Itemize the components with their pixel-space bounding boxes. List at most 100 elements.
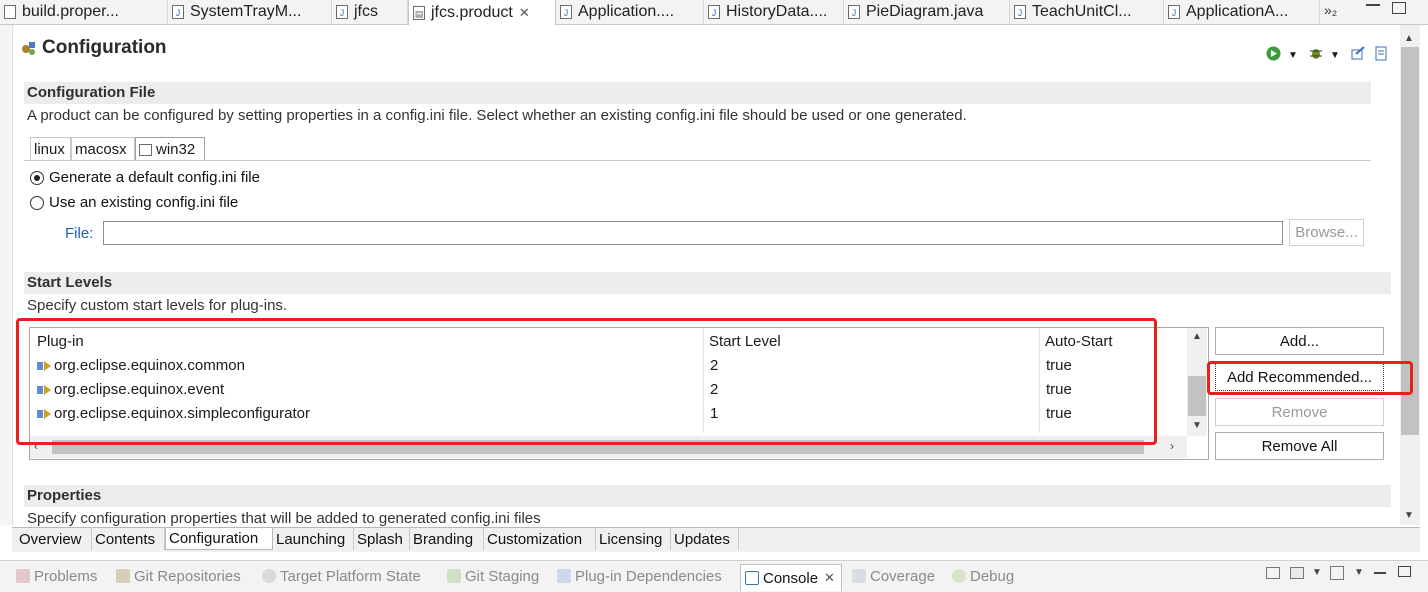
plugin-icon <box>36 359 52 373</box>
page-tab-configuration[interactable]: Configuration <box>165 528 273 550</box>
scroll-right-icon[interactable]: › <box>1170 439 1174 453</box>
view-tab-debug[interactable]: Debug <box>952 564 1014 588</box>
view-tab-git-staging[interactable]: Git Staging <box>447 564 539 588</box>
file-path-input[interactable] <box>103 221 1283 245</box>
plugin-deps-icon <box>557 569 571 583</box>
scrollbar-thumb[interactable] <box>52 440 1144 454</box>
page-tab-launching[interactable]: Launching <box>273 528 354 550</box>
auto-start-value: true <box>1046 357 1072 374</box>
start-levels-description: Specify custom start levels for plug-ins… <box>27 297 288 314</box>
minimize-icon[interactable] <box>1366 4 1380 6</box>
tab-overflow-button[interactable]: »₂ <box>1324 2 1337 18</box>
maximize-icon[interactable] <box>1398 566 1411 577</box>
view-tab-label: Git Repositories <box>134 567 241 585</box>
remove-button[interactable]: Remove <box>1215 398 1384 426</box>
os-tab-label: linux <box>34 141 65 158</box>
config-file-title: Configuration File <box>27 84 156 101</box>
column-header-auto-start[interactable]: Auto-Start <box>1045 333 1113 350</box>
close-icon[interactable]: ✕ <box>519 5 530 21</box>
table-row[interactable]: org.eclipse.equinox.simpleconfigurator 1… <box>34 404 1184 426</box>
product-file-icon: ▤ <box>413 5 425 20</box>
add-button[interactable]: Add... <box>1215 327 1384 355</box>
help-icon[interactable] <box>1373 45 1389 61</box>
git-repo-icon <box>116 569 130 583</box>
properties-title: Properties <box>27 487 102 504</box>
editor-tab-historydata[interactable]: J HistoryData.... <box>704 0 844 24</box>
run-dropdown-icon[interactable]: ▼ <box>1288 50 1298 61</box>
pin-console-icon[interactable] <box>1330 566 1344 580</box>
editor-vertical-scrollbar[interactable]: ▲ ▼ <box>1400 25 1420 525</box>
debug-dropdown-icon[interactable]: ▼ <box>1330 50 1340 61</box>
open-console-icon[interactable] <box>1266 567 1280 579</box>
scroll-up-icon[interactable]: ▲ <box>1404 33 1414 44</box>
page-tab-branding[interactable]: Branding <box>410 528 484 550</box>
debug-icon <box>952 569 966 583</box>
scroll-up-icon[interactable]: ▲ <box>1192 331 1202 342</box>
page-tab-updates[interactable]: Updates <box>671 528 739 550</box>
maximize-icon[interactable] <box>1392 2 1406 14</box>
remove-all-button[interactable]: Remove All <box>1215 432 1384 460</box>
export-icon[interactable] <box>1350 45 1366 61</box>
table-row[interactable]: org.eclipse.equinox.event 2 true <box>34 380 1184 402</box>
existing-config-radio[interactable] <box>30 196 44 210</box>
target-icon <box>262 569 276 583</box>
os-tab-macosx[interactable]: macosx <box>71 137 135 161</box>
console-dropdown-icon[interactable]: ▼ <box>1312 567 1322 578</box>
view-tab-plugin-dependencies[interactable]: Plug-in Dependencies <box>557 564 722 588</box>
minimize-icon[interactable] <box>1374 572 1386 574</box>
scroll-left-icon[interactable]: ‹ <box>34 439 38 453</box>
close-icon[interactable]: ✕ <box>824 570 835 586</box>
page-tab-licensing[interactable]: Licensing <box>596 528 671 550</box>
view-tab-coverage[interactable]: Coverage <box>852 564 935 588</box>
editor-tab-build-properties[interactable]: build.proper... <box>0 0 168 24</box>
scroll-down-icon[interactable]: ▼ <box>1192 420 1202 431</box>
add-recommended-button[interactable]: Add Recommended... <box>1215 363 1384 391</box>
properties-section-header <box>24 485 1391 507</box>
console-icon <box>745 571 759 585</box>
column-header-start-level[interactable]: Start Level <box>709 333 781 350</box>
view-tab-label: Problems <box>34 567 98 585</box>
view-menu-icon[interactable]: ▼ <box>1354 567 1364 578</box>
editor-tab-piediagram[interactable]: J PieDiagram.java <box>844 0 1010 24</box>
view-tab-label: Debug <box>970 567 1015 585</box>
editor-tab-label: build.proper... <box>22 3 119 20</box>
table-row[interactable]: org.eclipse.equinox.common 2 true <box>34 356 1184 378</box>
view-tab-label: Plug-in Dependencies <box>575 567 722 585</box>
page-tab-splash[interactable]: Splash <box>354 528 410 550</box>
editor-tab-jfcs-product[interactable]: ▤ jfcs.product ✕ <box>408 0 556 25</box>
table-vertical-scrollbar[interactable]: ▲ ▼ <box>1187 328 1207 436</box>
page-tab-customization[interactable]: Customization <box>484 528 596 550</box>
coverage-icon <box>852 569 866 583</box>
page-tab-overview[interactable]: Overview <box>16 528 92 550</box>
plugin-icon <box>36 407 52 421</box>
generate-config-radio[interactable] <box>30 171 44 185</box>
java-file-icon: J <box>172 5 184 19</box>
plugin-start-level-table[interactable]: Plug-in Start Level Auto-Start org.eclip… <box>29 327 1209 460</box>
view-tab-git-repositories[interactable]: Git Repositories <box>116 564 241 588</box>
scrollbar-thumb[interactable] <box>1188 376 1206 416</box>
file-label: File: <box>65 225 94 242</box>
scrollbar-thumb[interactable] <box>1401 47 1419 435</box>
os-tab-win32[interactable]: win32 <box>135 137 205 161</box>
debug-icon[interactable] <box>1308 45 1324 61</box>
view-tab-problems[interactable]: Problems <box>16 564 97 588</box>
os-tab-divider <box>24 160 1371 161</box>
editor-tab-applicationa[interactable]: J ApplicationA... <box>1164 0 1320 24</box>
display-console-icon[interactable] <box>1290 567 1304 579</box>
column-header-plugin[interactable]: Plug-in <box>37 333 84 350</box>
start-levels-title: Start Levels <box>27 274 113 291</box>
table-horizontal-scrollbar[interactable]: ‹ › <box>30 436 1187 458</box>
editor-tab-teachunit[interactable]: J TeachUnitCl... <box>1010 0 1164 24</box>
view-tab-console[interactable]: Console ✕ <box>740 564 842 591</box>
run-icon[interactable] <box>1266 46 1281 61</box>
scroll-down-icon[interactable]: ▼ <box>1404 510 1414 521</box>
editor-tab-application[interactable]: J Application.... <box>556 0 704 24</box>
os-tab-linux[interactable]: linux <box>30 137 71 161</box>
view-tab-target-platform-state[interactable]: Target Platform State <box>262 564 421 588</box>
editor-tab-jfcs[interactable]: Jjfcs <box>332 0 408 24</box>
browse-button[interactable]: Browse... <box>1289 219 1364 246</box>
page-tab-contents[interactable]: Contents <box>92 528 165 550</box>
editor-tab-label: PieDiagram.java <box>866 3 984 20</box>
editor-tab-systemtray[interactable]: J SystemTrayM... <box>168 0 332 24</box>
config-file-description: A product can be configured by setting p… <box>27 107 967 124</box>
